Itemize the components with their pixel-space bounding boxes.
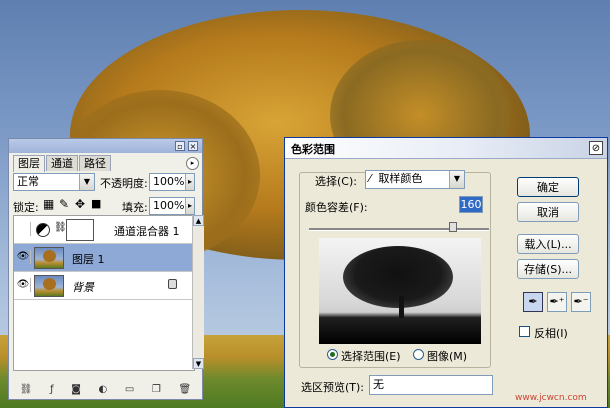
scroll-down-icon[interactable]: ▼	[193, 358, 204, 369]
scroll-up-icon[interactable]: ▲	[193, 215, 204, 226]
layer-row-background[interactable]: 👁 背景	[14, 272, 192, 300]
chain-link-icon[interactable]: ⛓	[54, 222, 67, 233]
tab-layers[interactable]: 图层	[13, 155, 45, 172]
tab-channels[interactable]: 通道	[46, 155, 78, 171]
ok-button[interactable]: 确定	[517, 177, 579, 197]
lock-position-icon[interactable]: ✥	[75, 197, 85, 211]
fuzziness-slider-thumb[interactable]	[449, 222, 457, 232]
selection-preview-select[interactable]: 无	[369, 375, 493, 395]
dialog-title: 色彩范围	[291, 143, 335, 156]
trash-icon[interactable]: 🗑	[178, 384, 191, 395]
radio-selection[interactable]	[327, 349, 338, 360]
select-label: 选择(C):	[315, 175, 357, 188]
layers-list: ⛓ 通道混合器 1 👁 图层 1 👁 背景	[13, 215, 195, 371]
eyedropper-plus-icon[interactable]: ✒⁺	[547, 292, 567, 312]
load-button[interactable]: 载入(L)...	[517, 234, 579, 254]
layers-panel: ▫ × 图层 通道 路径 ▸ 正常 ▼ 不透明度: 100% ▸ 锁定: ▦ ✎…	[8, 138, 204, 400]
select-value: 取样颜色	[378, 172, 423, 185]
eye-icon[interactable]: 👁	[16, 278, 31, 292]
color-range-dialog: 色彩范围 ⊘ 选择(C): ⁄ 取样颜色 ▼ 颜色容差(F): 160 选择范围…	[284, 137, 608, 408]
watermark-text: www.jcwcn.com	[515, 393, 587, 403]
eyedropper-icon[interactable]: ✒	[523, 292, 543, 312]
opacity-label: 不透明度:	[100, 177, 148, 190]
radio-image[interactable]	[413, 349, 424, 360]
chevron-right-icon: ▸	[185, 198, 194, 214]
radio-image-label[interactable]: 图像(M)	[427, 348, 467, 364]
preview-trunk	[399, 296, 404, 318]
lock-icon	[168, 279, 177, 289]
eyedropper-icon: ⁄	[369, 172, 371, 185]
lock-all-icon[interactable]: ■	[91, 197, 101, 210]
invert-label[interactable]: 反相(I)	[534, 325, 568, 341]
chevron-down-icon: ▼	[79, 174, 94, 190]
cancel-button[interactable]: 取消	[517, 202, 579, 222]
layer-name: 通道混合器 1	[114, 225, 180, 238]
chevron-down-icon: ▼	[449, 171, 464, 188]
fuzziness-slider[interactable]	[309, 228, 489, 231]
layer-row-channel-mixer[interactable]: ⛓ 通道混合器 1	[14, 216, 192, 244]
fuzziness-label: 颜色容差(F):	[305, 201, 368, 214]
radio-selection-label[interactable]: 选择范围(E)	[341, 348, 401, 364]
opacity-value: 100%	[153, 175, 185, 188]
blend-mode-value: 正常	[17, 175, 39, 188]
layers-toolbar: ⛓ ƒ ◙ ◐ ▭ ❐ 🗑	[11, 382, 200, 396]
select-dropdown[interactable]: ⁄ 取样颜色 ▼	[365, 170, 465, 189]
layer-name: 图层 1	[72, 253, 105, 266]
tab-paths[interactable]: 路径	[79, 155, 111, 171]
layer-mask-thumbnail	[66, 219, 94, 241]
eyedropper-minus-icon[interactable]: ✒⁻	[571, 292, 591, 312]
preview-tree	[343, 246, 453, 308]
lock-transparency-icon[interactable]: ▦	[43, 197, 54, 211]
layer-row-layer-1[interactable]: 👁 图层 1	[14, 244, 192, 272]
invert-checkbox[interactable]	[519, 326, 530, 337]
close-icon[interactable]: ⊘	[589, 141, 603, 155]
selection-preview[interactable]	[319, 238, 481, 344]
fuzziness-input[interactable]: 160	[459, 196, 483, 213]
add-mask-icon[interactable]: ◙	[71, 384, 81, 395]
new-layer-icon[interactable]: ❐	[152, 384, 161, 395]
eye-icon[interactable]: 👁	[16, 250, 31, 264]
fill-value: 100%	[153, 199, 185, 212]
layer-name: 背景	[72, 281, 94, 294]
new-adjustment-layer-icon[interactable]: ◐	[99, 384, 108, 395]
link-layers-icon[interactable]: ⛓	[20, 384, 33, 395]
lock-pixels-icon[interactable]: ✎	[59, 197, 69, 211]
blend-mode-select[interactable]: 正常 ▼	[13, 173, 95, 191]
visibility-toggle[interactable]	[16, 222, 31, 236]
layers-scrollbar[interactable]: ▲ ▼	[192, 215, 204, 369]
lock-label: 锁定:	[13, 201, 39, 214]
layers-panel-titlebar[interactable]: ▫ ×	[9, 139, 202, 153]
selection-preview-label: 选区预览(T):	[301, 381, 365, 394]
dialog-titlebar[interactable]: 色彩范围 ⊘	[285, 138, 607, 159]
chevron-right-icon: ▸	[185, 174, 194, 190]
layers-panel-tabs: 图层 通道 路径	[13, 155, 112, 172]
opacity-field[interactable]: 100% ▸	[149, 173, 195, 191]
new-group-icon[interactable]: ▭	[125, 384, 134, 395]
layer-style-icon[interactable]: ƒ	[50, 384, 54, 395]
layer-thumbnail	[34, 275, 64, 297]
selection-preview-value: 无	[373, 378, 384, 391]
fill-label: 填充:	[122, 201, 148, 214]
layer-thumbnail	[34, 247, 64, 269]
close-icon[interactable]: ×	[188, 141, 198, 151]
fill-field[interactable]: 100% ▸	[149, 197, 195, 215]
adjustment-layer-icon	[36, 223, 50, 237]
minimize-icon[interactable]: ▫	[175, 141, 185, 151]
panel-menu-icon[interactable]: ▸	[186, 157, 199, 170]
save-button[interactable]: 存储(S)...	[517, 259, 579, 279]
